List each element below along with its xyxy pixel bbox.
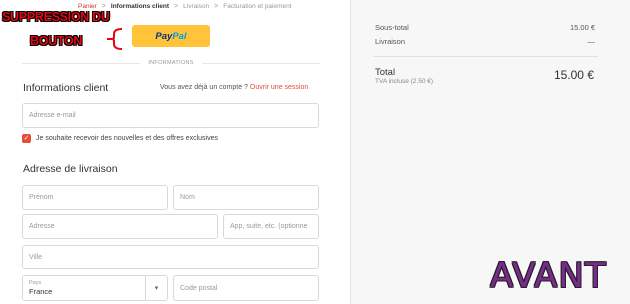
breadcrumb: Panier > Informations client > Livraison… <box>78 3 292 10</box>
address-line2-field[interactable]: App, suite, etc. (optionne <box>223 214 319 239</box>
client-info-title: Informations client <box>23 82 109 94</box>
annotation-line-2: BOUTON <box>30 34 83 48</box>
address-field[interactable]: Adresse <box>22 214 218 239</box>
information-divider: INFORMATIONS <box>22 58 321 68</box>
firstname-field[interactable]: Prénom <box>22 185 168 210</box>
shipping-address-title: Adresse de livraison <box>23 163 118 175</box>
breadcrumb-shipping: Livraison <box>183 3 210 10</box>
annotation-line-1: SUPPRESSION DU <box>2 10 110 24</box>
shipping-label: Livraison <box>375 37 406 46</box>
country-value: France <box>29 287 53 296</box>
breadcrumb-client-info: Informations client <box>110 3 170 10</box>
breadcrumb-separator: > <box>101 3 106 10</box>
annotation-bracket-icon <box>107 28 123 50</box>
city-field[interactable]: Ville <box>22 245 319 269</box>
breadcrumb-cart[interactable]: Panier <box>78 3 97 10</box>
paypal-logo-pay: Pay <box>155 30 173 42</box>
login-link[interactable]: Ouvrir une session <box>250 84 308 91</box>
email-field[interactable]: Adresse e-mail <box>22 103 319 128</box>
login-prompt: Vous avez déjà un compte ? Ouvrir une se… <box>160 84 308 91</box>
login-prompt-text: Vous avez déjà un compte ? <box>160 84 248 91</box>
country-select[interactable]: Pays France ▾ <box>22 275 168 301</box>
postal-code-field[interactable]: Code postal <box>173 275 319 301</box>
subtotal-value: 15.00 € <box>569 23 595 32</box>
checkout-form-panel: Panier > Informations client > Livraison… <box>0 0 350 304</box>
shipping-value: — <box>587 37 596 46</box>
total-value: 15.00 € <box>553 68 594 82</box>
country-label: Pays <box>29 280 42 286</box>
paypal-button[interactable]: Pay Pal <box>132 25 210 47</box>
total-label: Total <box>375 67 396 78</box>
breadcrumb-billing: Facturation et paiement <box>223 3 292 10</box>
subtotal-label: Sous-total <box>375 23 409 32</box>
newsletter-label: Je souhaite recevoir des nouvelles et de… <box>36 135 218 142</box>
newsletter-option[interactable]: ✓ Je souhaite recevoir des nouvelles et … <box>22 134 218 143</box>
subtotal-row: Sous-total 15.00 € <box>375 23 595 32</box>
breadcrumb-separator: > <box>174 3 179 10</box>
shipping-row: Livraison — <box>375 37 595 46</box>
breadcrumb-separator: > <box>214 3 219 10</box>
tax-label: TVA incluse (2.50 €) <box>375 78 434 85</box>
paypal-logo-pal: Pal <box>172 30 187 42</box>
checkmark-icon[interactable]: ✓ <box>22 134 31 143</box>
summary-divider <box>373 56 598 57</box>
lastname-field[interactable]: Nom <box>173 185 319 210</box>
divider-label: INFORMATIONS <box>148 60 194 66</box>
chevron-down-icon[interactable]: ▾ <box>145 276 167 300</box>
annotation-stamp: AVANT <box>490 256 607 296</box>
